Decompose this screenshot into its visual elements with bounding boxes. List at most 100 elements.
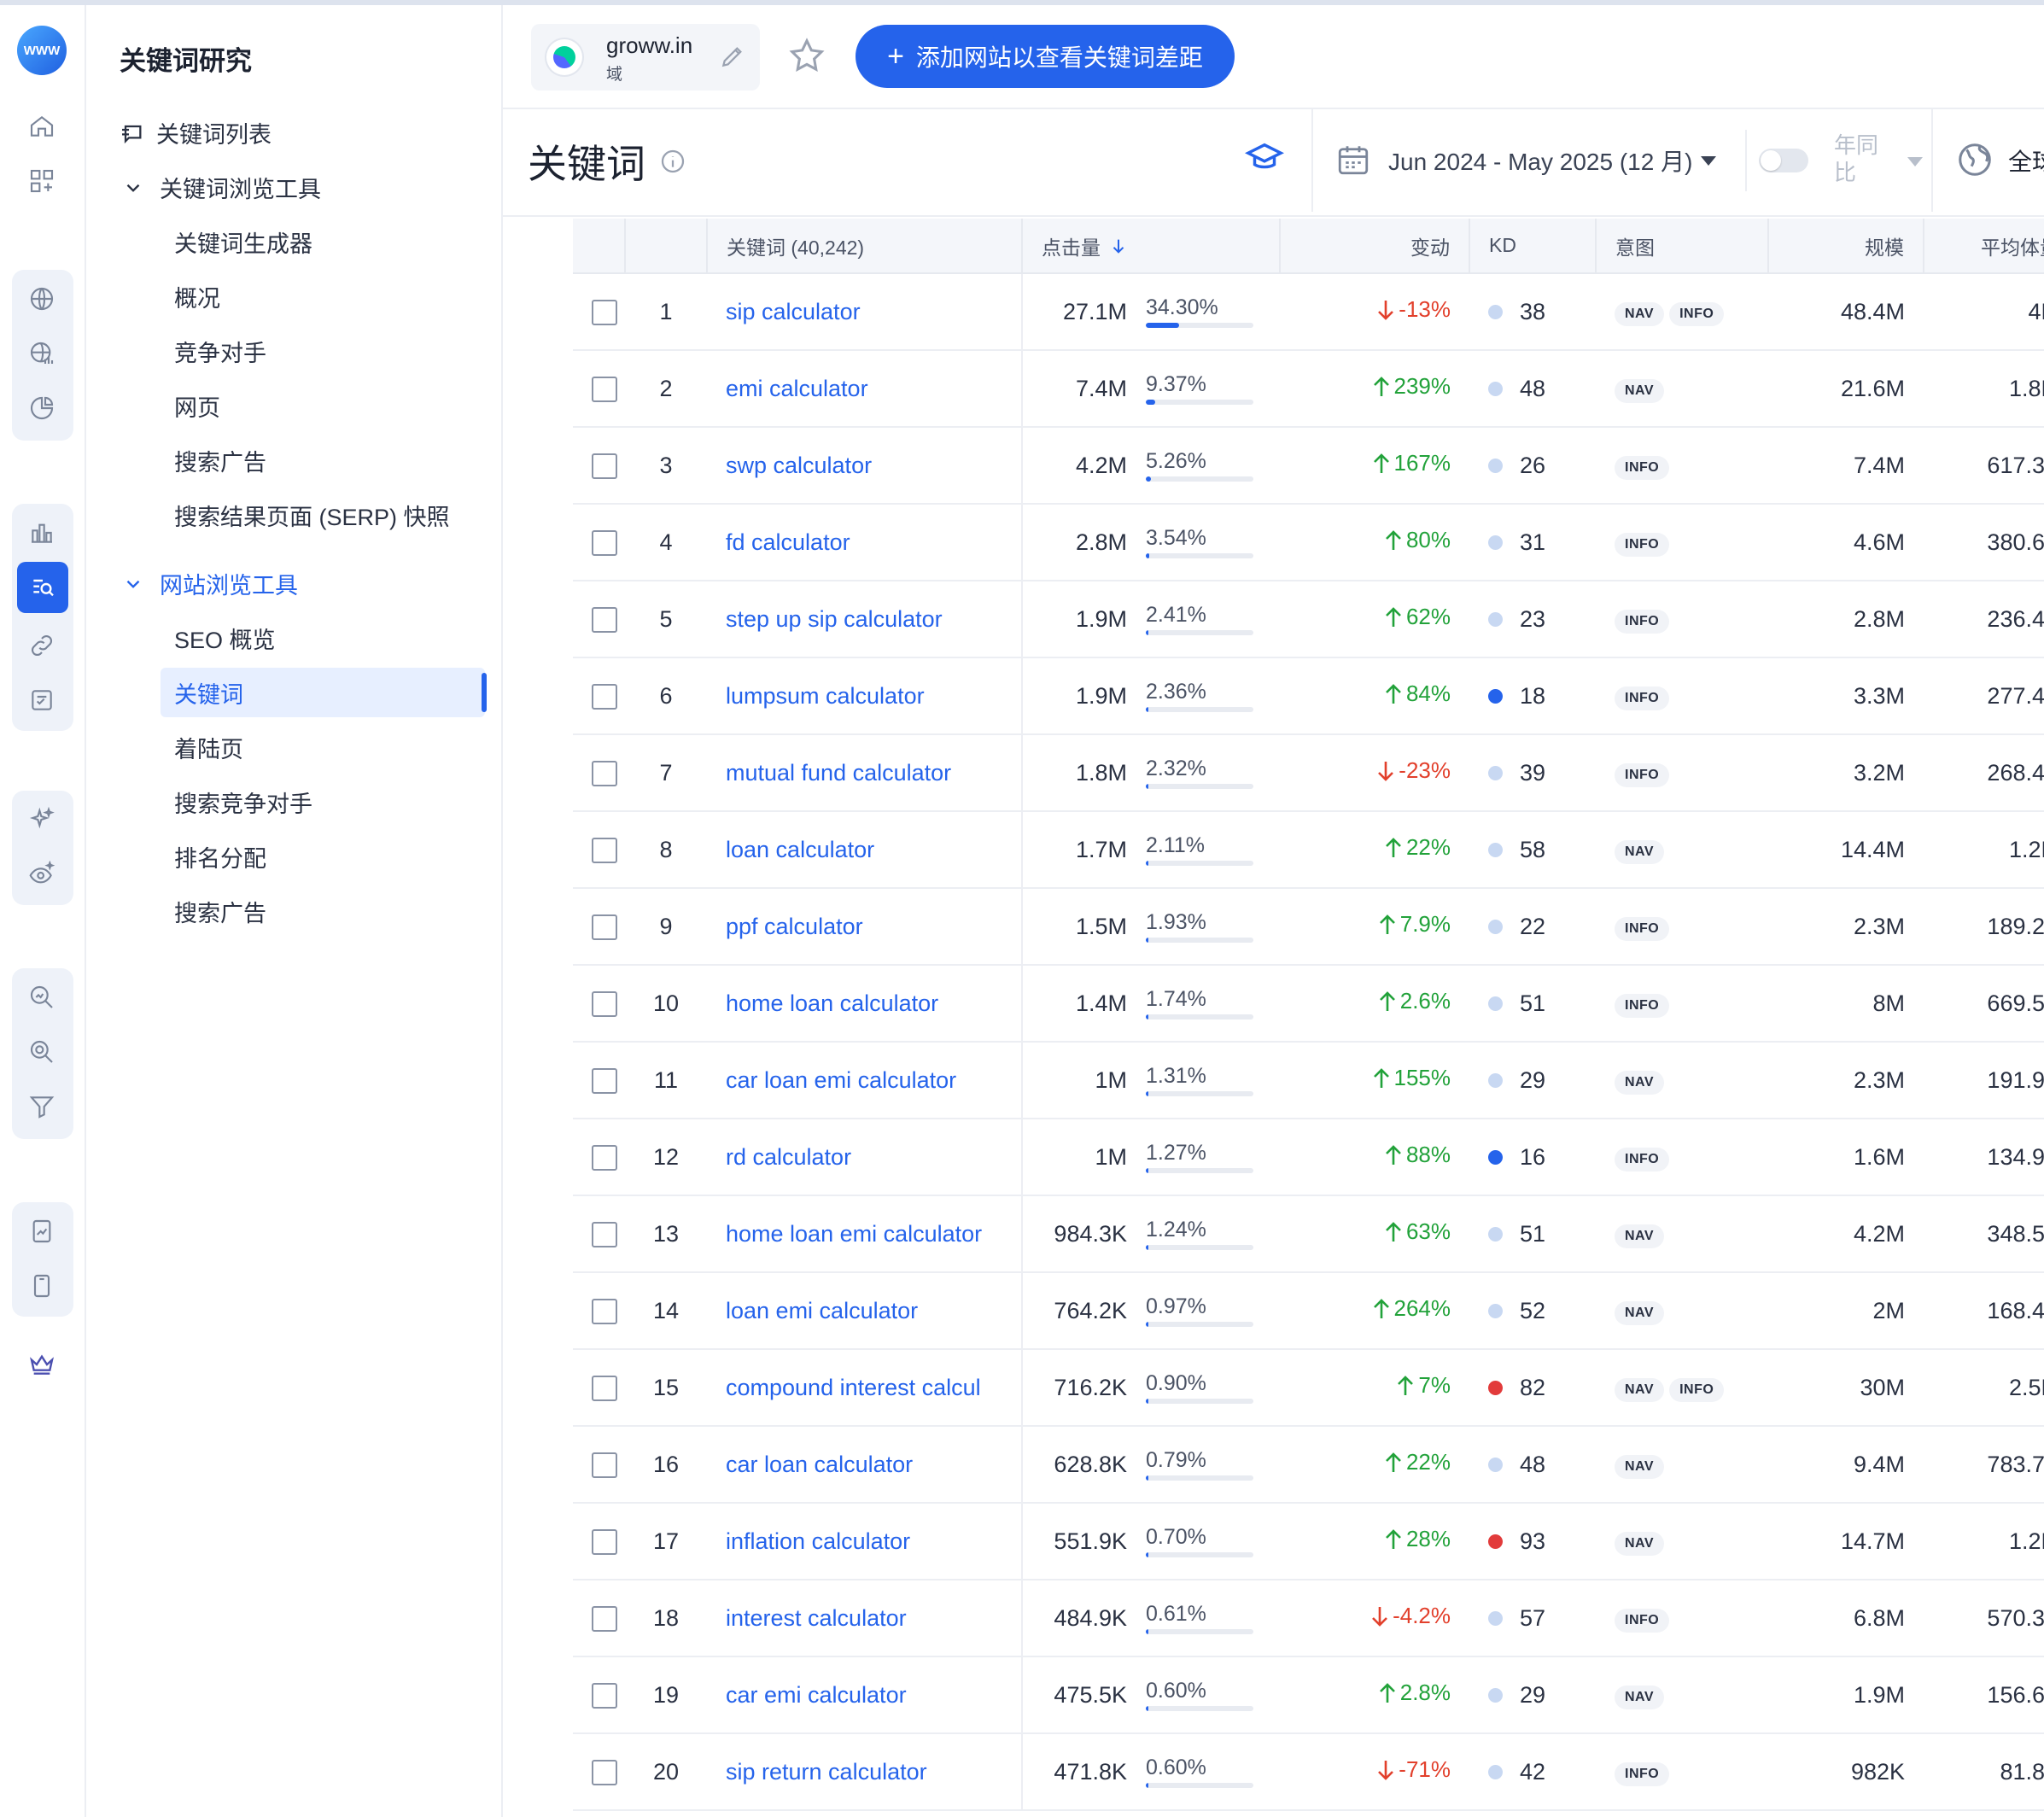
table-row[interactable]: 9 ppf calculator 1.5M 1.93% 7.9% 22 INFO 2.3M 18… xyxy=(573,888,2044,966)
row-checkbox[interactable] xyxy=(592,914,617,940)
chevron-down-icon[interactable] xyxy=(1907,157,1923,167)
nav-keyword-generator[interactable]: 关键词生成器 xyxy=(174,225,312,259)
nav-seo-overview[interactable]: SEO 概览 xyxy=(174,622,276,655)
nav-search-competitors[interactable]: 搜索竞争对手 xyxy=(174,786,312,819)
bar-chart-icon[interactable] xyxy=(26,517,57,548)
home-icon[interactable] xyxy=(26,111,57,142)
nav-rank-distribution[interactable]: 排名分配 xyxy=(174,840,266,873)
crown-icon[interactable] xyxy=(26,1349,57,1380)
row-checkbox[interactable] xyxy=(592,1452,617,1478)
keyword-link[interactable]: loan emi calculator xyxy=(726,1298,1002,1324)
globe-icon[interactable] xyxy=(26,283,57,314)
nav-competitors[interactable]: 竞争对手 xyxy=(174,335,266,368)
row-checkbox[interactable] xyxy=(592,1682,617,1709)
keyword-link[interactable]: lumpsum calculator xyxy=(726,683,1002,710)
keyword-link[interactable]: fd calculator xyxy=(726,529,1002,556)
add-site-button[interactable]: + 添加网站以查看关键词差距 xyxy=(856,25,1235,88)
mobile-icon[interactable] xyxy=(26,1271,57,1301)
row-checkbox[interactable] xyxy=(592,376,617,402)
pencil-icon[interactable] xyxy=(719,43,746,70)
table-row[interactable]: 8 loan calculator 1.7M 2.11% 22% 58 NAV 14.4M 1.… xyxy=(573,811,2044,889)
table-row[interactable]: 17 inflation calculator 551.9K 0.70% 28% 93 NA… xyxy=(573,1503,2044,1580)
nav-keywords[interactable]: 关键词 xyxy=(174,676,243,710)
keyword-link[interactable]: ppf calculator xyxy=(726,914,1002,940)
keyword-link[interactable]: interest calculator xyxy=(726,1605,1002,1632)
nav-webpages[interactable]: 网页 xyxy=(174,389,220,423)
star-icon[interactable] xyxy=(787,36,826,75)
table-row[interactable]: 5 step up sip calculator 1.9M 2.41% 62% 23 INF… xyxy=(573,581,2044,658)
nav-keyword-list[interactable]: 关键词列表 xyxy=(119,116,272,149)
row-checkbox[interactable] xyxy=(592,1298,617,1324)
eye-sparkle-icon[interactable] xyxy=(26,859,57,890)
row-checkbox[interactable] xyxy=(592,606,617,633)
row-checkbox[interactable] xyxy=(592,453,617,479)
col-kd[interactable]: KD xyxy=(1469,219,1597,274)
keyword-link[interactable]: compound interest calcul xyxy=(726,1375,1002,1401)
table-row[interactable]: 16 car loan calculator 628.8K 0.79% 22% 48 NAV… xyxy=(573,1426,2044,1504)
domain-chip[interactable]: groww.in 域 xyxy=(531,24,760,91)
table-row[interactable]: 1 sip calculator 27.1M 34.30% -13% 38 NAV INFO 4… xyxy=(573,273,2044,351)
row-checkbox[interactable] xyxy=(592,760,617,786)
row-checkbox[interactable] xyxy=(592,1144,617,1171)
keyword-link[interactable]: sip calculator xyxy=(726,299,1002,325)
keyword-link[interactable]: loan calculator xyxy=(726,837,1002,863)
nav-keyword-browser[interactable]: 关键词浏览工具 xyxy=(119,171,321,204)
table-row[interactable]: 19 car emi calculator 475.5K 0.60% 2.8% 29 NAV… xyxy=(573,1656,2044,1734)
region-select[interactable]: 全球 xyxy=(2008,143,2044,178)
table-row[interactable]: 13 home loan emi calculator 984.3K 1.24% 63%… xyxy=(573,1195,2044,1273)
info-icon[interactable] xyxy=(659,148,686,175)
link-icon[interactable] xyxy=(26,630,57,661)
search-chart-icon[interactable] xyxy=(26,982,57,1013)
row-checkbox[interactable] xyxy=(592,1605,617,1632)
sparkle-icon[interactable] xyxy=(26,804,57,835)
col-keyword[interactable]: 关键词 (40,242) xyxy=(707,219,1023,274)
keyword-link[interactable]: rd calculator xyxy=(726,1144,1002,1171)
col-change[interactable]: 变动 xyxy=(1280,219,1470,274)
row-checkbox[interactable] xyxy=(592,1759,617,1785)
pie-chart-icon[interactable] xyxy=(26,393,57,424)
col-intent[interactable]: 意图 xyxy=(1596,219,1769,274)
keyword-link[interactable]: car loan emi calculator xyxy=(726,1067,1002,1094)
row-checkbox[interactable] xyxy=(592,683,617,710)
table-row[interactable]: 12 rd calculator 1M 1.27% 88% 16 INFO 1.6M 134.9… xyxy=(573,1119,2044,1196)
yoy-toggle[interactable] xyxy=(1759,149,1808,172)
keyword-link[interactable]: car loan calculator xyxy=(726,1452,1002,1478)
keyword-link[interactable]: car emi calculator xyxy=(726,1682,1002,1709)
nav-site-search-ads[interactable]: 搜索广告 xyxy=(174,895,266,928)
row-checkbox[interactable] xyxy=(592,1528,617,1555)
table-row[interactable]: 4 fd calculator 2.8M 3.54% 80% 31 INFO 4.6M 380.… xyxy=(573,504,2044,581)
globe-chart-icon[interactable] xyxy=(26,338,57,369)
table-row[interactable]: 14 loan emi calculator 764.2K 0.97% 264% 52 NA… xyxy=(573,1272,2044,1350)
filter-icon[interactable] xyxy=(26,1091,57,1122)
keyword-link[interactable]: home loan calculator xyxy=(726,990,1002,1017)
table-row[interactable]: 20 sip return calculator 471.8K 0.60% -71% 42… xyxy=(573,1733,2044,1811)
dashboard-icon[interactable] xyxy=(26,166,57,196)
table-row[interactable]: 3 swp calculator 4.2M 5.26% 167% 26 INFO 7.4M 61… xyxy=(573,427,2044,505)
keyword-link[interactable]: swp calculator xyxy=(726,453,1002,479)
table-row[interactable]: 2 emi calculator 7.4M 9.37% 239% 48 NAV 21.6M 1.… xyxy=(573,350,2044,428)
app-logo[interactable]: WWW xyxy=(17,26,67,75)
table-row[interactable]: 6 lumpsum calculator 1.9M 2.36% 84% 18 INFO 3.3… xyxy=(573,657,2044,735)
checklist-icon[interactable] xyxy=(26,685,57,716)
search-target-icon[interactable] xyxy=(26,1037,57,1067)
nav-serp-snapshot[interactable]: 搜索结果页面 (SERP) 快照 xyxy=(174,499,450,532)
col-clicks[interactable]: 点击量 xyxy=(1022,219,1281,274)
sort-down-icon[interactable] xyxy=(1109,237,1128,255)
row-checkbox[interactable] xyxy=(592,299,617,325)
nav-search-ads[interactable]: 搜索广告 xyxy=(174,444,266,477)
calendar-icon[interactable] xyxy=(1335,142,1371,178)
report-icon[interactable] xyxy=(26,1216,57,1247)
row-checkbox[interactable] xyxy=(592,529,617,556)
table-row[interactable]: 11 car loan emi calculator 1M 1.31% 155% 29 NA… xyxy=(573,1042,2044,1119)
keyword-link[interactable]: sip return calculator xyxy=(726,1759,1002,1785)
row-checkbox[interactable] xyxy=(592,1375,617,1401)
keyword-link[interactable]: inflation calculator xyxy=(726,1528,1002,1555)
keyword-search-icon[interactable] xyxy=(17,562,68,613)
col-volume[interactable]: 规模 xyxy=(1768,219,1924,274)
nav-landing-pages[interactable]: 着陆页 xyxy=(174,731,243,764)
graduation-cap-icon[interactable] xyxy=(1245,138,1284,178)
row-checkbox[interactable] xyxy=(592,837,617,863)
table-row[interactable]: 18 interest calculator 484.9K 0.61% -4.2% 57 I… xyxy=(573,1580,2044,1657)
nav-site-browser[interactable]: 网站浏览工具 xyxy=(119,567,298,600)
date-range-select[interactable]: Jun 2024 - May 2025 (12 月) xyxy=(1388,143,1717,178)
